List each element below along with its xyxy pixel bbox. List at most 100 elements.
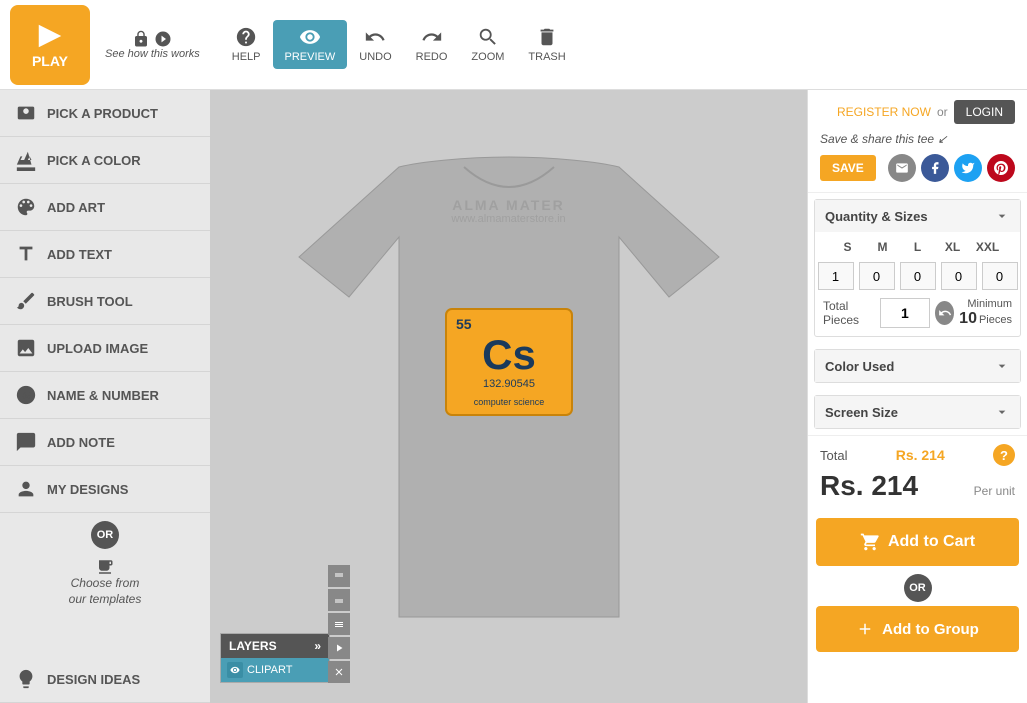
undo-button[interactable]: UNDO xyxy=(347,20,403,69)
save-share-text: Save & share this tee ↙ xyxy=(820,132,947,146)
total-amount: Rs. 214 xyxy=(896,447,945,463)
undo-label: UNDO xyxy=(359,51,391,63)
layers-panel: LAYERS » CLIPART xyxy=(220,633,330,683)
design-ideas-label: DESIGN IDEAS xyxy=(47,672,140,687)
layers-header[interactable]: LAYERS » xyxy=(221,634,329,658)
layer-row-clipart[interactable]: CLIPART xyxy=(221,658,329,682)
size-m-input[interactable] xyxy=(859,262,895,290)
add-to-group-label: Add to Group xyxy=(882,621,979,638)
color-used-header[interactable]: Color Used xyxy=(815,350,1020,382)
reset-total-button[interactable] xyxy=(935,301,954,325)
trash-button[interactable]: TRASH xyxy=(516,20,577,69)
canvas-area[interactable]: ALMA MATER www.almamaterstore.in 55 Cs 1… xyxy=(210,90,807,703)
pricing-section: Total Rs. 214 ? Rs. 214 Per unit xyxy=(808,435,1027,510)
email-share-button[interactable] xyxy=(888,154,916,182)
sidebar-brush-tool-label: BRUSH TOOL xyxy=(47,294,133,309)
sidebar-add-text-label: ADD TEXT xyxy=(47,247,112,262)
main-content: PICK A PRODUCT PICK A COLOR ADD ART ADD … xyxy=(0,90,1027,703)
minimum-value: 10 xyxy=(959,310,977,328)
sidebar-item-design-ideas[interactable]: DESIGN IDEAS xyxy=(0,656,210,703)
sidebar-item-add-note[interactable]: ADD NOTE xyxy=(0,419,210,466)
quantity-sizes-section: Quantity & Sizes S M L XL XXL xyxy=(814,199,1021,337)
layer-ctrl-3[interactable] xyxy=(328,613,350,635)
size-s-input[interactable] xyxy=(818,262,854,290)
add-to-cart-button[interactable]: Add to Cart xyxy=(816,518,1019,566)
design-clipart[interactable]: 55 Cs 132.90545 computer science xyxy=(444,307,574,417)
sidebar-item-my-designs[interactable]: MY DESIGNS xyxy=(0,466,210,513)
sidebar-item-name-number[interactable]: 03 NAME & NUMBER xyxy=(0,372,210,419)
quantity-sizes-header[interactable]: Quantity & Sizes xyxy=(815,200,1020,232)
svg-text:132.90545: 132.90545 xyxy=(483,378,535,390)
twitter-share-button[interactable] xyxy=(954,154,982,182)
price-display: Rs. 214 xyxy=(820,470,918,502)
size-m-label: M xyxy=(868,240,898,254)
cart-section: Add to Cart OR Add to Group xyxy=(808,510,1027,652)
preview-button[interactable]: PREVIEW xyxy=(273,20,348,69)
share-icons xyxy=(888,154,1015,182)
sidebar-item-add-art[interactable]: ADD ART xyxy=(0,184,210,231)
choose-templates-label: Choose from our templates xyxy=(69,576,142,607)
help-button[interactable]: HELP xyxy=(220,20,273,69)
screen-size-header[interactable]: Screen Size xyxy=(815,396,1020,428)
svg-text:55: 55 xyxy=(456,316,472,332)
how-it-works-label: See how this works xyxy=(105,48,200,60)
screen-size-section: Screen Size xyxy=(814,395,1021,429)
layer-ctrl-1[interactable] xyxy=(328,565,350,587)
per-unit-label: Per unit xyxy=(974,484,1015,498)
add-to-group-button[interactable]: Add to Group xyxy=(816,606,1019,652)
left-sidebar: PICK A PRODUCT PICK A COLOR ADD ART ADD … xyxy=(0,90,210,703)
size-inputs-row xyxy=(823,262,1012,290)
play-label: PLAY xyxy=(32,53,68,69)
color-used-label: Color Used xyxy=(825,359,894,374)
layer-clipart-label: CLIPART xyxy=(247,664,292,676)
redo-button[interactable]: REDO xyxy=(404,20,460,69)
login-button[interactable]: LOGIN xyxy=(954,100,1015,124)
size-l-input[interactable] xyxy=(900,262,936,290)
total-pieces-input[interactable] xyxy=(880,298,930,328)
facebook-share-button[interactable] xyxy=(921,154,949,182)
zoom-label: ZOOM xyxy=(471,51,504,63)
screen-size-label: Screen Size xyxy=(825,405,898,420)
layer-visibility-icon[interactable] xyxy=(227,662,243,678)
total-pieces-label: Total Pieces xyxy=(823,299,875,327)
sidebar-item-upload-image[interactable]: UPLOAD IMAGE xyxy=(0,325,210,372)
size-xl-label: XL xyxy=(938,240,968,254)
or-text: or xyxy=(937,105,948,119)
total-label-row: Total Rs. 214 ? xyxy=(820,444,1015,466)
quantity-sizes-label: Quantity & Sizes xyxy=(825,209,928,224)
layer-controls xyxy=(328,565,350,683)
pinterest-share-button[interactable] xyxy=(987,154,1015,182)
redo-label: REDO xyxy=(416,51,448,63)
play-button[interactable]: PLAY xyxy=(10,5,90,85)
choose-templates-button[interactable]: Choose from our templates xyxy=(0,553,210,615)
sidebar-upload-image-label: UPLOAD IMAGE xyxy=(47,341,148,356)
size-labels-row: S M L XL XXL xyxy=(823,240,1012,254)
layers-title: LAYERS xyxy=(229,639,277,653)
svg-text:computer science: computer science xyxy=(473,397,544,407)
sidebar-item-brush-tool[interactable]: BRUSH TOOL xyxy=(0,278,210,325)
size-xxl-label: XXL xyxy=(973,240,1003,254)
layer-ctrl-5[interactable] xyxy=(328,661,350,683)
right-top: REGISTER NOW or LOGIN Save & share this … xyxy=(808,90,1027,193)
help-icon[interactable]: ? xyxy=(993,444,1015,466)
zoom-button[interactable]: ZOOM xyxy=(459,20,516,69)
size-xxl-input[interactable] xyxy=(982,262,1018,290)
sidebar-item-pick-color[interactable]: PICK A COLOR xyxy=(0,137,210,184)
sidebar-item-pick-product[interactable]: PICK A PRODUCT xyxy=(0,90,210,137)
layer-ctrl-4[interactable] xyxy=(328,637,350,659)
sidebar-pick-color-label: PICK A COLOR xyxy=(47,153,141,168)
layer-ctrl-2[interactable] xyxy=(328,589,350,611)
how-it-works-button[interactable]: See how this works xyxy=(105,30,200,60)
total-pieces-row: Total Pieces Minimum 10 Pieces xyxy=(823,298,1012,328)
register-now-button[interactable]: REGISTER NOW xyxy=(837,105,931,119)
sidebar-my-designs-label: MY DESIGNS xyxy=(47,482,128,497)
size-xl-input[interactable] xyxy=(941,262,977,290)
trash-label: TRASH xyxy=(528,51,565,63)
tshirt-container: ALMA MATER www.almamaterstore.in 55 Cs 1… xyxy=(289,137,729,657)
sidebar-item-add-text[interactable]: ADD TEXT xyxy=(0,231,210,278)
sidebar-name-number-label: NAME & NUMBER xyxy=(47,388,159,403)
help-label: HELP xyxy=(232,51,261,63)
layers-expand-icon: » xyxy=(314,639,321,653)
save-button[interactable]: SAVE xyxy=(820,155,876,181)
svg-text:Cs: Cs xyxy=(482,331,536,378)
